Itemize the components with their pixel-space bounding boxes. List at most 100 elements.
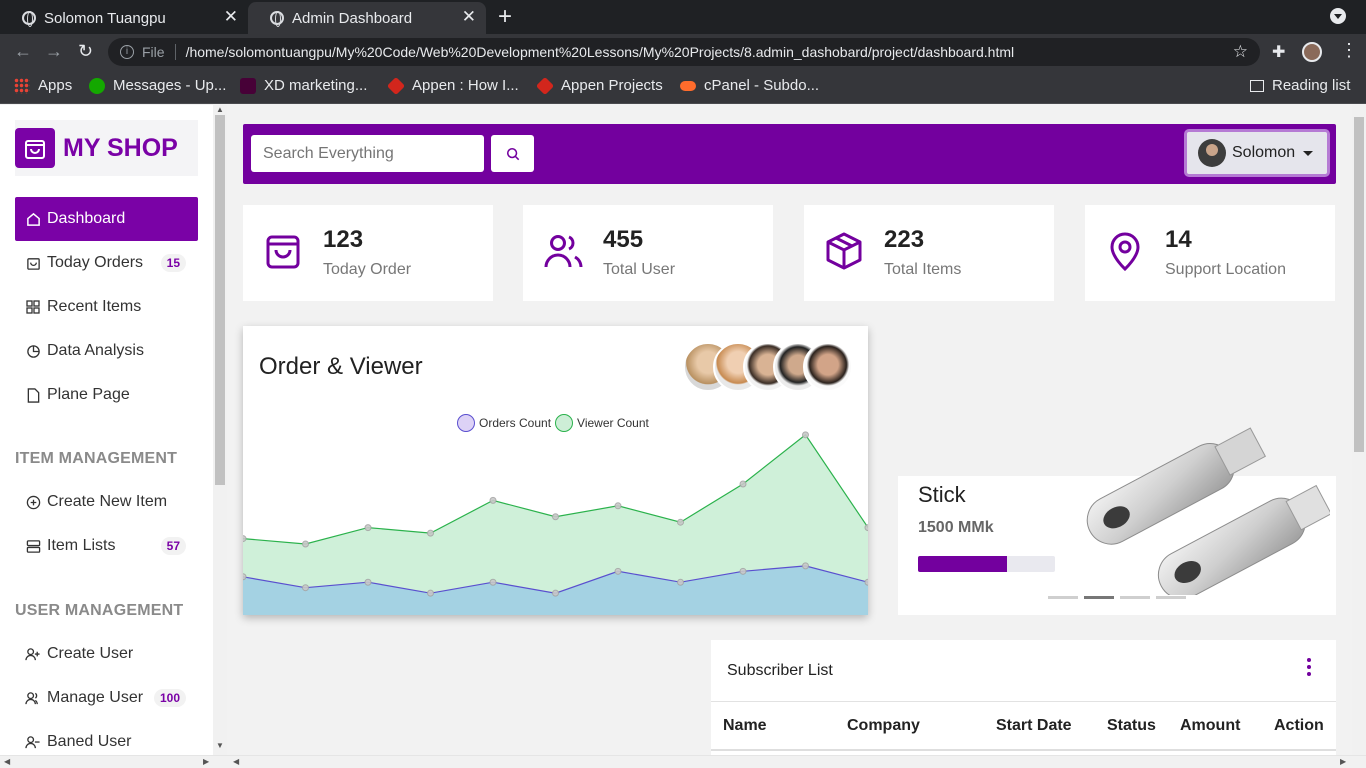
data-point[interactable]	[243, 573, 247, 581]
plus-circle-icon	[25, 494, 41, 510]
column-header-company[interactable]: Company	[847, 717, 920, 735]
bag-icon	[266, 235, 300, 269]
carousel-indicator[interactable]	[1084, 596, 1114, 599]
more-menu-icon[interactable]: ⋮	[1340, 40, 1358, 61]
stat-card-support-location: 14 Support Location	[1085, 205, 1335, 301]
sidebar-item-create-user[interactable]: Create User	[15, 632, 198, 676]
scroll-left-icon[interactable]: ◀	[4, 757, 10, 766]
sidebar-item-create-new-item[interactable]: Create New Item	[15, 480, 198, 524]
bookmark-appen-projects[interactable]: Appen Projects	[535, 76, 663, 95]
forward-icon[interactable]: →	[45, 41, 63, 62]
user-name: Solomon	[1232, 144, 1296, 161]
sidebar-item-label: Today Orders	[47, 254, 144, 271]
data-point[interactable]	[614, 502, 622, 510]
column-header-action[interactable]: Action	[1274, 717, 1324, 735]
sidebar-item-dashboard[interactable]: Dashboard	[15, 197, 198, 241]
data-point[interactable]	[427, 589, 434, 597]
extensions-icon[interactable]: ✚	[1272, 42, 1285, 62]
search-input[interactable]	[251, 135, 484, 172]
data-point[interactable]	[739, 567, 747, 575]
browser-tab[interactable]: Solomon Tuangpu ✕	[0, 2, 248, 34]
bookmark-upwork[interactable]: Messages - Up...	[89, 77, 226, 94]
scrollbar-thumb[interactable]	[215, 115, 225, 485]
column-header-amount[interactable]: Amount	[1180, 717, 1240, 735]
more-vertical-icon[interactable]	[1304, 658, 1314, 680]
address-bar[interactable]: i File /home/solomontuangpu/My%20Code/We…	[108, 38, 1260, 66]
avatar	[1198, 139, 1226, 167]
sidebar-item-recent-items[interactable]: Recent Items	[15, 285, 198, 329]
back-icon[interactable]: ←	[14, 41, 32, 62]
page-scrollbar[interactable]	[1352, 105, 1366, 755]
info-icon[interactable]: i	[120, 45, 134, 59]
data-point[interactable]	[302, 584, 309, 592]
carousel-indicator[interactable]	[1120, 596, 1150, 599]
sidebar: MY SHOP Dashboard Today Orders 15 Recent…	[0, 105, 213, 768]
data-point[interactable]	[552, 513, 559, 521]
tab-search-icon[interactable]	[1330, 8, 1346, 24]
brand[interactable]: MY SHOP	[15, 120, 198, 176]
avatar[interactable]	[803, 342, 853, 392]
scroll-right-icon[interactable]: ▶	[1340, 757, 1346, 766]
scroll-up-icon[interactable]: ▲	[216, 105, 224, 114]
bookmark-appen[interactable]: Appen : How I...	[386, 76, 519, 95]
carousel-indicator[interactable]	[1048, 596, 1078, 599]
data-point[interactable]	[243, 535, 247, 543]
sidebar-scrollbar[interactable]: ▲ ▼	[213, 105, 227, 755]
close-icon[interactable]: ✕	[462, 7, 476, 27]
legend-item[interactable]: Viewer Count	[555, 414, 649, 432]
browser-tab-active[interactable]: Admin Dashboard ✕	[248, 2, 486, 34]
data-point[interactable]	[427, 529, 434, 537]
new-tab-button[interactable]: +	[498, 3, 512, 31]
stat-card-total-user: 455 Total User	[523, 205, 773, 301]
search-button[interactable]	[491, 135, 534, 172]
data-point[interactable]	[802, 562, 809, 570]
sidebar-item-manage-user[interactable]: Manage User 100	[15, 676, 198, 720]
data-point[interactable]	[739, 480, 747, 488]
data-point[interactable]	[489, 496, 497, 504]
data-point[interactable]	[802, 431, 809, 439]
bookmark-cpanel[interactable]: cPanel - Subdo...	[680, 77, 819, 94]
sidebar-item-data-analysis[interactable]: Data Analysis	[15, 329, 198, 373]
scrollbar-thumb[interactable]	[1354, 117, 1364, 452]
column-header-status[interactable]: Status	[1107, 717, 1156, 735]
data-point[interactable]	[677, 578, 684, 586]
data-point[interactable]	[364, 578, 372, 586]
scroll-left-icon[interactable]: ◀	[233, 757, 239, 766]
horizontal-scrollbar[interactable]: ◀ ▶ ◀ ▶	[0, 755, 1366, 768]
data-point[interactable]	[552, 589, 559, 597]
bookmark-xd[interactable]: XD marketing...	[240, 77, 367, 94]
count-badge: 15	[160, 254, 186, 272]
bookmark-apps[interactable]: Apps	[14, 77, 72, 94]
scroll-down-icon[interactable]: ▼	[216, 741, 224, 750]
reload-icon[interactable]: ↻	[78, 41, 93, 62]
carousel-indicator[interactable]	[1156, 596, 1186, 599]
data-point[interactable]	[614, 567, 622, 575]
browser-tab-strip: Solomon Tuangpu ✕ Admin Dashboard ✕ +	[0, 0, 1366, 34]
user-dropdown-button[interactable]: Solomon	[1184, 129, 1330, 177]
order-viewer-chart-card: Order & Viewer Orders Count Viewer Count	[243, 326, 868, 615]
data-point[interactable]	[302, 540, 309, 548]
page-viewport: MY SHOP Dashboard Today Orders 15 Recent…	[0, 105, 1366, 768]
column-header-start-date[interactable]: Start Date	[996, 717, 1072, 735]
stat-value: 123	[323, 226, 364, 253]
data-point[interactable]	[677, 518, 684, 526]
sidebar-item-item-lists[interactable]: Item Lists 57	[15, 524, 198, 568]
legend-item[interactable]: Orders Count	[457, 414, 551, 432]
sidebar-item-label: Manage User	[47, 689, 144, 706]
profile-avatar[interactable]	[1302, 42, 1322, 62]
sidebar-item-plane-page[interactable]: Plane Page	[15, 373, 198, 417]
url-text[interactable]: /home/solomontuangpu/My%20Code/Web%20Dev…	[186, 44, 1015, 60]
reading-list-label: Reading list	[1272, 77, 1351, 94]
data-point[interactable]	[864, 524, 868, 532]
sidebar-item-today-orders[interactable]: Today Orders 15	[15, 241, 198, 285]
data-point[interactable]	[364, 524, 372, 532]
product-name: Stick	[918, 482, 966, 507]
column-header-name[interactable]: Name	[723, 717, 767, 735]
search-icon	[506, 147, 519, 160]
scroll-right-icon[interactable]: ▶	[203, 757, 209, 766]
star-icon[interactable]: ☆	[1233, 42, 1248, 62]
close-icon[interactable]: ✕	[224, 7, 238, 27]
data-point[interactable]	[489, 578, 497, 586]
data-point[interactable]	[864, 578, 868, 586]
reading-list-button[interactable]: Reading list	[1250, 77, 1350, 94]
